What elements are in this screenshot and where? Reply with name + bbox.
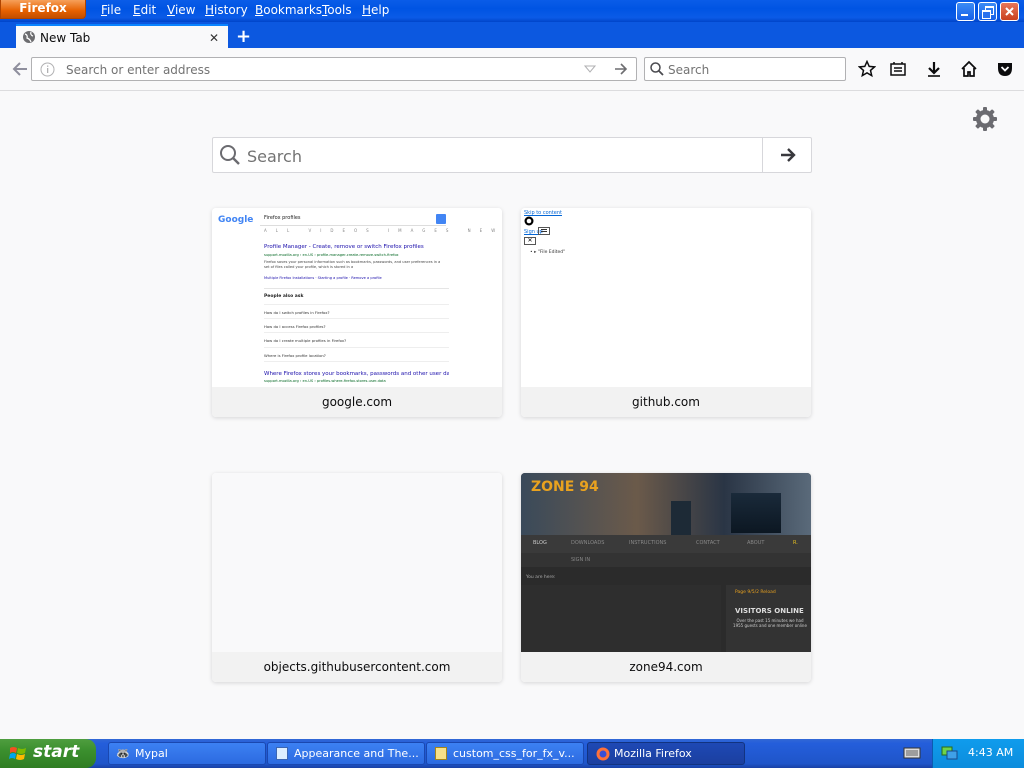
tile-thumbnail: Skip to content Sign up ✕ • ▸ "File Edit… (521, 208, 811, 387)
zone94-nav-item: ABOUT (747, 540, 765, 546)
google-result-links: Multiple Firefox Installations · Startin… (264, 276, 382, 280)
top-site-tile-objects-githubusercontent[interactable]: objects.githubusercontent.com (212, 473, 502, 682)
top-site-tile-github[interactable]: Skip to content Sign up ✕ • ▸ "File Edit… (521, 208, 811, 417)
back-arrow-icon[interactable] (11, 61, 29, 77)
tile-thumbnail: Google Firefox profiles ALL VIDEOS IMAGE… (212, 208, 502, 387)
start-label: start (33, 742, 80, 762)
github-list-item: • ▸ "File Edited" (530, 250, 566, 255)
restore-button[interactable] (978, 2, 997, 21)
reader-library-icon[interactable] (889, 61, 907, 77)
taskbar-item-label: Mypal (135, 747, 168, 760)
bookmark-star-icon[interactable] (858, 60, 876, 78)
zone94-visitors-text: Over the past 15 minutes we had 1955 gue… (733, 618, 807, 628)
home-icon[interactable] (960, 60, 978, 78)
google-paa-item: How do I access Firefox profiles? (264, 324, 326, 329)
tile-thumbnail (212, 473, 502, 652)
taskbar-item-mypal[interactable]: 🦝 Mypal (108, 742, 266, 765)
new-tab-plus-icon[interactable]: + (236, 26, 251, 47)
tile-label: zone94.com (521, 652, 811, 682)
tile-label: google.com (212, 387, 502, 417)
minimize-button[interactable] (956, 2, 975, 21)
google-result2-title: Where Firefox stores your bookmarks, pas… (264, 371, 449, 377)
zone94-nav-item: BLOG (533, 540, 547, 546)
taskbar-item-firefox[interactable]: Mozilla Firefox (587, 742, 745, 765)
menu-bookmarks[interactable]: Bookmarks (255, 3, 322, 17)
menu-file[interactable]: File (101, 3, 121, 17)
google-paa-item: How do I create multiple profiles in Fir… (264, 338, 347, 343)
zone94-nav-item: INSTRUCTIONS (629, 540, 667, 546)
google-search-btn (436, 214, 446, 224)
network-tray-icon[interactable] (941, 745, 959, 761)
close-icon (1005, 7, 1014, 16)
top-site-tile-zone94[interactable]: ZONE 94 BLOG DOWNLOADS INSTRUCTIONS CONT… (521, 473, 811, 682)
zone94-nav-item: SIGN IN (571, 557, 591, 563)
github-list-item-text: "File Edited" (537, 250, 566, 255)
windows-flag-icon (9, 747, 26, 760)
firefox-app-icon (596, 747, 610, 761)
folder-zip-icon (435, 747, 447, 760)
google-logo: Google (218, 215, 254, 225)
start-button[interactable]: start (0, 739, 96, 768)
menu-tools[interactable]: Tools (322, 3, 352, 17)
download-arrow-icon[interactable] (925, 60, 943, 78)
menu-view[interactable]: View (167, 3, 195, 17)
info-icon[interactable] (40, 62, 55, 77)
keyboard-icon[interactable] (903, 745, 921, 761)
google-result-desc: Firefox saves your personal information … (264, 260, 441, 269)
menu-help[interactable]: Help (362, 3, 389, 17)
go-arrow-icon[interactable] (613, 62, 629, 76)
google-result-title: Profile Manager - Create, remove or swit… (264, 244, 424, 250)
url-input[interactable]: Search or enter address (66, 63, 210, 77)
github-logo-icon (524, 216, 534, 226)
tab-title: New Tab (40, 31, 91, 45)
tile-label: github.com (521, 387, 811, 417)
google-query: Firefox profiles (264, 215, 301, 221)
minimize-icon (961, 14, 968, 16)
globe-icon (23, 31, 35, 43)
search-icon (650, 62, 664, 76)
settings-gear-icon[interactable] (971, 105, 999, 133)
arrow-right-icon (781, 148, 796, 162)
zone94-nav-item: DOWNLOADS (571, 540, 605, 546)
taskbar-item-appearance[interactable]: Appearance and The... (267, 742, 425, 765)
control-panel-icon (276, 747, 288, 760)
taskbar-item-label: custom_css_for_fx_v... (453, 747, 575, 760)
zone94-sidebar-title: Page 9/5/2 Reload (735, 590, 776, 595)
google-result-url: support.mozilla.org › en-US › profile-ma… (264, 253, 399, 257)
newtab-search-icon (220, 145, 240, 165)
taskbar-item-label: Appearance and The... (294, 747, 419, 760)
dropdown-triangle-icon[interactable] (584, 64, 596, 74)
tile-label: objects.githubusercontent.com (212, 652, 502, 682)
zone94-logo: ZONE 94 (531, 479, 599, 495)
firefox-app-button[interactable]: Firefox (0, 0, 86, 19)
google-paa-item: Where is Firefox profile location? (264, 353, 326, 358)
restore-icon (982, 10, 991, 19)
menu-history[interactable]: History (205, 3, 248, 17)
newtab-search-go-button[interactable] (762, 137, 812, 173)
taskbar-item-custom-css[interactable]: custom_css_for_fx_v... (426, 742, 584, 765)
zone94-breadcrumb: You are here: (526, 575, 556, 580)
github-menu-icon (538, 227, 550, 235)
clock: 4:43 AM (968, 746, 1014, 759)
tab-close-icon[interactable]: ✕ (209, 31, 219, 45)
google-paa-title: People also ask (264, 294, 304, 299)
zone94-visitors-title: VISITORS ONLINE (735, 607, 804, 615)
newtab-search-input[interactable]: Search (247, 147, 302, 166)
tile-thumbnail: ZONE 94 BLOG DOWNLOADS INSTRUCTIONS CONT… (521, 473, 811, 652)
zone94-nav-item: CONTACT (696, 540, 720, 546)
google-paa-item: How do I switch profiles in Firefox? (264, 310, 330, 315)
menu-edit[interactable]: Edit (133, 3, 156, 17)
github-close-icon: ✕ (524, 237, 536, 245)
google-tabs: ALL VIDEOS IMAGES NEWS MAPS SHOPPING BOO… (264, 228, 502, 233)
pocket-icon[interactable] (996, 60, 1014, 78)
newtab-search-box[interactable] (212, 137, 812, 173)
google-result2-url: support.mozilla.org › en-US › profiles-w… (264, 379, 386, 383)
zone94-nav-item: R. (793, 540, 798, 546)
mypal-app-icon: 🦝 (116, 747, 130, 760)
search-input[interactable]: Search (668, 63, 709, 77)
taskbar-item-label: Mozilla Firefox (614, 747, 692, 760)
close-window-button[interactable] (1000, 2, 1019, 21)
top-site-tile-google[interactable]: Google Firefox profiles ALL VIDEOS IMAGE… (212, 208, 502, 417)
